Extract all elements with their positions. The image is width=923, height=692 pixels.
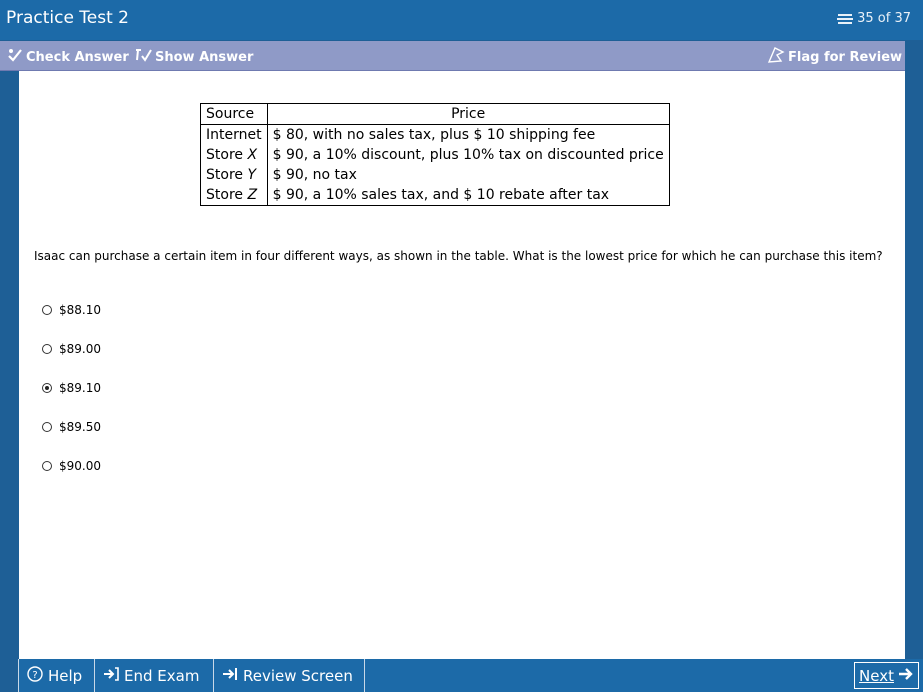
radio-button[interactable] (42, 461, 52, 471)
help-label: Help (48, 666, 83, 685)
choice-label: $90.00 (59, 459, 101, 473)
radio-button[interactable] (42, 344, 52, 354)
choice-label: $88.10 (59, 303, 101, 317)
bottom-left-strip (0, 659, 19, 692)
source-variable: X (247, 147, 258, 163)
radio-button[interactable] (42, 305, 52, 315)
table-row: Store Y $ 90, no tax (200, 165, 670, 185)
source-prefix: Store (206, 147, 248, 163)
answer-choice[interactable]: $88.10 (42, 303, 101, 317)
question-panel: Source Price Internet $ 80, with no sales… (19, 71, 905, 659)
flag-for-review-label: Flag for Review (788, 49, 903, 65)
choice-label: $89.10 (59, 381, 101, 395)
show-answer-icon (134, 47, 152, 67)
stack-icon (837, 13, 854, 25)
end-exam-label: End Exam (124, 666, 200, 685)
column-header-price: Price (267, 103, 670, 125)
flag-for-review-button[interactable]: Flag for Review (767, 47, 902, 67)
review-arrow-icon (222, 667, 238, 685)
end-exam-arrow-icon (103, 666, 119, 685)
page-title: Practice Test 2 (6, 8, 130, 28)
question-text: Isaac can purchase a certain item in fou… (34, 249, 883, 263)
toolbar: Check Answer Show Answer Flag for Review (0, 41, 905, 71)
help-circle-icon: ? (27, 665, 43, 686)
source-variable: Y (247, 167, 257, 183)
choice-label: $89.50 (59, 420, 101, 434)
source-cell: Store Y (200, 165, 268, 185)
choice-label: $89.00 (59, 342, 101, 356)
bottom-bar: ? Help End Exam Review Screen Next (0, 659, 923, 692)
help-button[interactable]: ? Help (19, 659, 95, 692)
source-variable: Z (247, 187, 258, 203)
radio-button[interactable] (42, 422, 52, 432)
show-answer-label: Show Answer (155, 49, 254, 65)
right-frame (905, 41, 923, 659)
check-answer-label: Check Answer (26, 49, 129, 65)
table-header-row: Source Price (200, 103, 670, 125)
svg-text:?: ? (32, 670, 37, 681)
next-button[interactable]: Next (854, 662, 919, 689)
table-row: Internet $ 80, with no sales tax, plus $ … (200, 124, 670, 145)
review-screen-label: Review Screen (243, 666, 353, 685)
source-prefix: Store (206, 187, 248, 203)
right-arrow-icon (898, 667, 914, 685)
show-answer-button[interactable]: Show Answer (134, 47, 253, 67)
title-bar: Practice Test 2 35 of 37 (0, 0, 923, 40)
source-cell: Store Z (200, 185, 268, 206)
next-label: Next (859, 666, 894, 685)
price-table: Source Price Internet $ 80, with no sales… (200, 103, 670, 206)
checkmark-icon (7, 47, 23, 67)
source-cell: Internet (200, 124, 268, 145)
table-row: Store X $ 90, a 10% discount, plus 10% ta… (200, 145, 670, 165)
answer-choice[interactable]: $89.50 (42, 420, 101, 434)
flag-icon (767, 47, 785, 67)
source-cell: Store X (200, 145, 268, 165)
end-exam-button[interactable]: End Exam (95, 659, 214, 692)
source-prefix: Store (206, 167, 248, 183)
price-cell: $ 80, with no sales tax, plus $ 10 shipp… (272, 127, 596, 143)
price-cell: $ 90, no tax (272, 167, 357, 183)
answer-choice[interactable]: $90.00 (42, 459, 101, 473)
answer-choice[interactable]: $89.10 (42, 381, 101, 395)
table-row: Store Z $ 90, a 10% sales tax, and $ 10 r… (200, 185, 670, 206)
answer-choice[interactable]: $89.00 (42, 342, 101, 356)
check-answer-button[interactable]: Check Answer (7, 47, 129, 67)
counter-text: 35 of 37 (857, 11, 911, 26)
question-counter: 35 of 37 (837, 11, 911, 26)
review-screen-button[interactable]: Review Screen (214, 659, 365, 692)
price-cell: $ 90, a 10% discount, plus 10% tax on di… (272, 147, 664, 163)
radio-button[interactable] (42, 383, 52, 393)
price-cell: $ 90, a 10% sales tax, and $ 10 rebate a… (272, 187, 610, 203)
source-prefix: Internet (206, 127, 262, 143)
column-header-source: Source (200, 103, 268, 125)
